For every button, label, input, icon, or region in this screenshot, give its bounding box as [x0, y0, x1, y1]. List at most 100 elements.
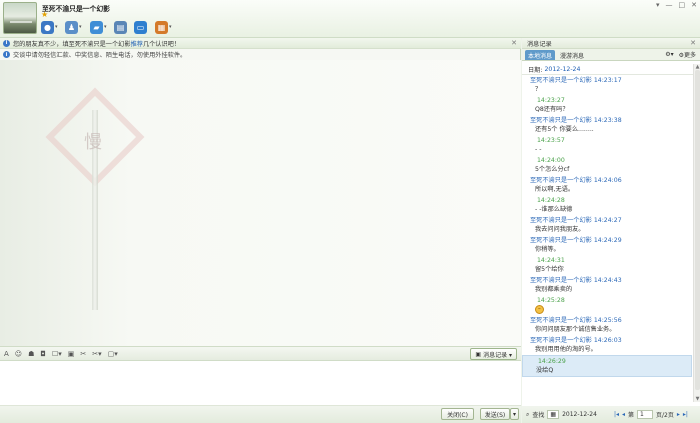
last-page-icon[interactable]: ▸|	[683, 411, 688, 418]
more-button[interactable]: ⚙更多	[679, 50, 696, 59]
history-scrollbar[interactable]: ▲ ▼	[693, 64, 700, 402]
chevron-down-icon[interactable]: ▾	[79, 24, 82, 30]
footer-date: 2012-12-24	[562, 411, 597, 418]
user-robot-icon: ♟	[65, 20, 78, 34]
settings-icon[interactable]: ⚙▾	[665, 51, 673, 58]
maximize-icon[interactable]: □	[679, 1, 686, 9]
scroll-down-icon[interactable]: ▼	[694, 396, 700, 402]
chevron-down-icon[interactable]: ▾	[169, 24, 172, 30]
magic-emoji-icon[interactable]: ☗	[28, 350, 34, 358]
document-icon: ▤	[114, 20, 127, 34]
close-icon[interactable]: ✕	[511, 39, 517, 47]
font-icon[interactable]: A	[4, 350, 9, 358]
message-header: 至死不渝只是一个幻影 14:25:56	[530, 317, 622, 324]
page-number-input[interactable]: 1	[637, 410, 654, 419]
send-button[interactable]: 发送(S)	[480, 408, 510, 420]
message-header: 14:24:00	[537, 157, 565, 164]
calendar-icon[interactable]: ▦	[547, 410, 560, 419]
send-file-button[interactable]: ▰ ▾	[90, 19, 107, 35]
close-icon[interactable]: ✕	[690, 39, 696, 47]
message-header: 至死不渝只是一个幻影 14:23:38	[530, 117, 622, 124]
chevron-down-icon[interactable]: ▾	[55, 24, 58, 30]
message-header: 至死不渝只是一个幻影 14:24:27	[530, 217, 622, 224]
page-total: 页/2页	[656, 412, 674, 419]
message-header: 14:26:29	[538, 358, 566, 365]
message-body: 5个怎么分cf	[535, 166, 570, 173]
voice-message-icon[interactable]: ☐▾	[52, 350, 62, 358]
window-controls: ▾ — □ ✕	[656, 1, 697, 9]
history-message: 14:23:57 - -	[522, 135, 692, 155]
scroll-thumb[interactable]	[695, 70, 700, 390]
history-message: 至死不渝只是一个幻影 14:24:06 所以啊,无语。	[522, 175, 692, 195]
message-header: 14:23:57	[537, 137, 565, 144]
history-message: 14:26:29 没给Q	[522, 355, 692, 377]
more-tools-icon[interactable]: ▢▾	[108, 350, 118, 358]
message-body: 没给Q	[536, 367, 554, 374]
message-input[interactable]	[0, 361, 521, 406]
close-button[interactable]: 关闭(C)	[441, 408, 474, 420]
menu-arrow-icon[interactable]: ▾	[656, 1, 660, 9]
monitor-icon: ▭	[134, 20, 147, 34]
tab-local-messages[interactable]: 本地消息	[525, 50, 556, 60]
message-header: 14:23:27	[537, 97, 565, 104]
message-header: 至死不渝只是一个幻影 14:26:03	[530, 337, 622, 344]
history-message: 14:25:28 ᵕ	[522, 295, 692, 315]
message-history-label: 消息记录 ▾	[483, 351, 512, 359]
history-message: 至死不渝只是一个幻影 14:24:43 我别都乘卖的	[522, 275, 692, 295]
history-icon: ▣	[475, 350, 482, 358]
minimize-icon[interactable]: —	[666, 1, 673, 9]
message-body: ？	[535, 86, 542, 93]
message-body: 你问问朋友那个诚信售业务。	[535, 326, 616, 333]
next-page-icon[interactable]: ▸	[677, 411, 680, 418]
input-toolbar: A ☺ ☗ ◘ ☐▾ ▣ ✂ ✂▾ ▢▾ ▣ 消息记录 ▾	[0, 346, 521, 361]
security-notice: i 交谈中请勿轻信汇款、中奖信息、陌生电话，勿使用外挂软件。	[0, 49, 521, 60]
message-history-button[interactable]: ▣ 消息记录 ▾	[470, 348, 517, 360]
history-message: 至死不渝只是一个幻影 14:26:03 我别用用他的淘的号。	[522, 335, 692, 355]
history-panel-header: 消息记录 ✕	[522, 38, 700, 49]
history-message: 14:24:00 5个怎么分cf	[522, 155, 692, 175]
app-icon: ▦	[155, 20, 168, 34]
prev-page-icon[interactable]: ◂	[622, 411, 625, 418]
history-message: 14:24:28 - -谁那么缺德	[522, 195, 692, 215]
find-button[interactable]: 查找	[532, 410, 544, 419]
bottom-action-bar: 关闭(C) 发送(S) ▾	[0, 406, 521, 423]
message-body: 我去问问我朋友。	[535, 226, 585, 233]
recommend-link[interactable]: 推荐	[131, 41, 143, 48]
message-body: 我别都乘卖的	[535, 286, 573, 293]
history-message: 至死不渝只是一个幻影 14:25:56 你问问朋友那个诚信售业务。	[522, 315, 692, 335]
document-button[interactable]: ▤	[114, 19, 127, 35]
folder-icon: ▰	[90, 20, 103, 34]
remote-assist-button[interactable]: ♟ ▾	[65, 19, 82, 35]
date-value: 2012-12-24	[544, 65, 581, 73]
contact-avatar[interactable]	[3, 2, 37, 34]
message-body: 所以啊,无语。	[535, 186, 575, 193]
send-options-button[interactable]: ▾	[510, 408, 519, 420]
message-header: 14:25:28	[537, 297, 565, 304]
history-tools: ⚙▾ ⚙更多	[665, 50, 696, 59]
shake-icon[interactable]: ◘	[40, 350, 46, 358]
chevron-down-icon[interactable]: ▾	[104, 24, 107, 30]
message-history-panel: 消息记录 ✕ 本地消息 漫游消息 ⚙▾ ⚙更多 日期: 2012-12-24 至…	[522, 38, 700, 423]
image-icon[interactable]: ▣	[68, 350, 75, 358]
notice-text: 您的朋友真不少，填至死不渝只是一个幻影	[13, 40, 131, 48]
music-icon[interactable]: ✂	[80, 350, 86, 358]
message-header: 至死不渝只是一个幻影 14:24:29	[530, 237, 622, 244]
conversation-pane: i 您的朋友真不少，填至死不渝只是一个幻影推荐几个认识吧！ ✕ i 交谈中请勿轻…	[0, 38, 521, 423]
history-message: 14:23:27 Q8还有吗？	[522, 95, 692, 115]
screenshot-icon[interactable]: ✂▾	[92, 350, 101, 358]
message-header: 14:24:28	[537, 197, 565, 204]
screen-share-button[interactable]: ▭	[134, 19, 147, 35]
chat-window-header: 至死不渝只是一个幻影 ★ ● ▾ ♟ ▾ ▰ ▾ ▤ ▭ ▦ ▾ ▾ — □ ✕	[0, 0, 700, 38]
notice-text-suffix: 几个认识吧！	[142, 40, 181, 48]
app-button[interactable]: ▦ ▾	[155, 19, 172, 35]
history-message: 至死不渝只是一个幻影 14:23:17 ？	[522, 75, 692, 95]
smiley-emoji-icon: ᵕ	[535, 305, 544, 314]
emoji-icon[interactable]: ☺	[15, 350, 22, 358]
tab-roaming-messages[interactable]: 漫游消息	[557, 50, 587, 60]
search-icon[interactable]: ⌕	[526, 411, 529, 419]
message-body: 还有5个 你要么........	[535, 126, 594, 133]
message-body: - -谁那么缺德	[535, 206, 573, 213]
first-page-icon[interactable]: |◂	[614, 411, 619, 418]
video-call-button[interactable]: ● ▾	[41, 19, 58, 35]
close-icon[interactable]: ✕	[691, 1, 697, 9]
